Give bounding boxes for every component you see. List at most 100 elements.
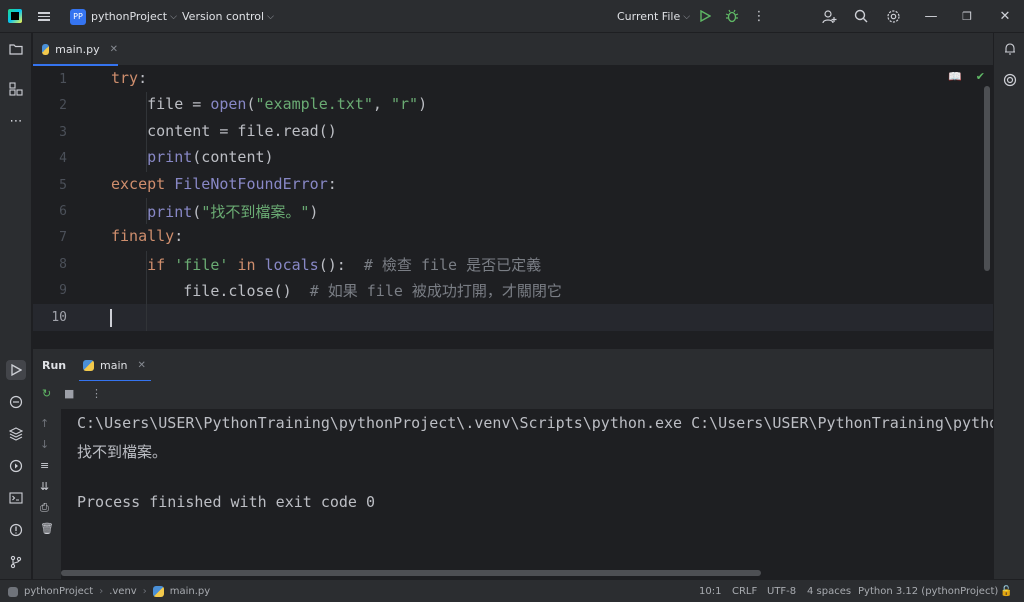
- breadcrumb-venv[interactable]: .venv: [109, 586, 137, 597]
- problems-tool-button[interactable]: [6, 520, 26, 540]
- code-text: (: [192, 203, 202, 221]
- run-icon: [700, 10, 711, 22]
- pycharm-logo-icon: [8, 9, 22, 23]
- keyword: except: [111, 175, 166, 193]
- code-text: ): [309, 203, 319, 221]
- console-line: Process finished with exit code 0: [77, 493, 376, 511]
- minimize-icon: —: [924, 8, 938, 24]
- code-editor[interactable]: 📖 ✔ 1 2 3 4 5 6 7 8 9 10 try: file = ope…: [33, 66, 993, 348]
- ai-assistant-button[interactable]: [1000, 70, 1020, 90]
- search-button[interactable]: [851, 6, 871, 26]
- line-number: 3: [59, 125, 67, 140]
- arrow-down-icon[interactable]: ↓: [40, 438, 49, 451]
- structure-tool-button[interactable]: [6, 79, 26, 99]
- current-line-highlight: [33, 304, 993, 331]
- settings-button[interactable]: [883, 6, 903, 26]
- trash-icon[interactable]: 🗑: [40, 522, 54, 535]
- breadcrumb: pythonProject › .venv › main.py: [8, 580, 210, 602]
- run-tool-button[interactable]: [6, 360, 26, 380]
- line-separator[interactable]: CRLF: [732, 580, 757, 602]
- debug-button[interactable]: [722, 6, 742, 26]
- comment: # 檢查 file 是否已定義: [363, 256, 542, 274]
- code-text: ,: [372, 95, 391, 113]
- file-encoding[interactable]: UTF-8: [767, 580, 796, 602]
- stop-icon[interactable]: ■: [64, 387, 74, 400]
- services-tool-button[interactable]: [6, 456, 26, 476]
- lock-icon[interactable]: 🔓: [1000, 580, 1012, 602]
- folder-icon: [8, 586, 18, 597]
- line-number: 7: [59, 230, 67, 245]
- run-tab-main[interactable]: main ✕: [79, 349, 151, 382]
- breadcrumb-file[interactable]: main.py: [170, 586, 210, 597]
- main-menu-button[interactable]: [38, 0, 56, 33]
- tab-label: main.py: [55, 43, 100, 56]
- reader-mode-icon[interactable]: 📖: [948, 70, 962, 83]
- structure-icon: [9, 82, 23, 96]
- code-text: :: [327, 175, 337, 193]
- line-number: 8: [59, 257, 67, 272]
- vcs-label: Version control: [182, 10, 265, 23]
- checkmark-icon[interactable]: ✔: [976, 70, 985, 83]
- project-switcher[interactable]: PP pythonProject ⌵: [70, 0, 177, 33]
- kebab-icon[interactable]: ⋮: [91, 387, 102, 400]
- add-user-button[interactable]: [819, 6, 839, 26]
- indent-setting[interactable]: 4 spaces: [807, 580, 851, 602]
- run-toolbar: ↻ ■ ⋮: [33, 381, 993, 409]
- layers-tool-button[interactable]: [6, 424, 26, 444]
- rerun-icon[interactable]: ↻: [42, 387, 51, 400]
- close-tab-icon[interactable]: ✕: [110, 44, 118, 55]
- soft-wrap-icon[interactable]: ≡: [40, 459, 49, 472]
- title-bar: PP pythonProject ⌵ Version control ⌵ Cur…: [0, 0, 1024, 33]
- code-text: file.close(): [111, 282, 310, 300]
- console-line: 找不到檔案。: [77, 443, 168, 461]
- chevron-down-icon: ⌵: [683, 11, 691, 22]
- close-tab-icon[interactable]: ✕: [137, 360, 145, 371]
- tab-main-py[interactable]: main.py ✕: [33, 33, 118, 66]
- console-horizontal-scrollbar[interactable]: [61, 570, 761, 576]
- bell-icon: [1005, 43, 1015, 55]
- restore-button[interactable]: ❐: [957, 6, 977, 26]
- kebab-icon: ⋮: [752, 8, 766, 24]
- vcs-widget[interactable]: Version control ⌵: [182, 0, 274, 33]
- python-interpreter[interactable]: Python 3.12 (pythonProject): [858, 580, 998, 602]
- breadcrumb-project[interactable]: pythonProject: [24, 586, 93, 597]
- print-icon[interactable]: ⎙: [40, 501, 49, 515]
- minimize-button[interactable]: —: [921, 6, 941, 26]
- arrow-up-icon[interactable]: ↑: [40, 417, 49, 430]
- line-number: 1: [59, 72, 67, 87]
- python-packages-button[interactable]: [6, 392, 26, 412]
- terminal-tool-button[interactable]: [6, 488, 26, 508]
- layers-icon: [9, 427, 23, 441]
- builtin: print: [147, 203, 193, 221]
- folder-icon: [9, 44, 23, 55]
- keyword: in: [237, 256, 256, 274]
- ai-assistant-icon: [1003, 73, 1017, 87]
- run-config-selector[interactable]: Current File ⌵: [617, 0, 690, 33]
- string-literal: 'file': [174, 256, 229, 274]
- git-tool-button[interactable]: [6, 552, 26, 572]
- python-file-icon: [83, 360, 94, 371]
- chevron-down-icon: ⌵: [170, 11, 177, 22]
- editor-vertical-scrollbar[interactable]: [984, 86, 990, 271]
- code-text: file =: [111, 95, 211, 113]
- code-line-8: if 'file' in locals(): # 檢查 file 是否已定義: [111, 254, 541, 275]
- console-output[interactable]: C:\Users\USER\PythonTraining\pythonProje…: [61, 409, 993, 579]
- code-line-1: try:: [111, 69, 147, 87]
- run-button[interactable]: [695, 6, 715, 26]
- scroll-to-end-icon[interactable]: ⇊: [40, 480, 49, 493]
- comment: # 如果 file 被成功打開，才關閉它: [309, 282, 562, 300]
- notifications-button[interactable]: [1000, 39, 1020, 59]
- project-tool-button[interactable]: [6, 39, 26, 59]
- more-actions-button[interactable]: ⋮: [749, 6, 769, 26]
- editor-tab-bar: main.py ✕: [33, 33, 993, 66]
- code-text: (content): [192, 148, 274, 166]
- terminal-icon: [9, 492, 23, 504]
- close-window-button[interactable]: ✕: [995, 6, 1015, 26]
- more-tools-button[interactable]: ⋯: [6, 111, 26, 131]
- caret-position[interactable]: 10:1: [699, 580, 721, 602]
